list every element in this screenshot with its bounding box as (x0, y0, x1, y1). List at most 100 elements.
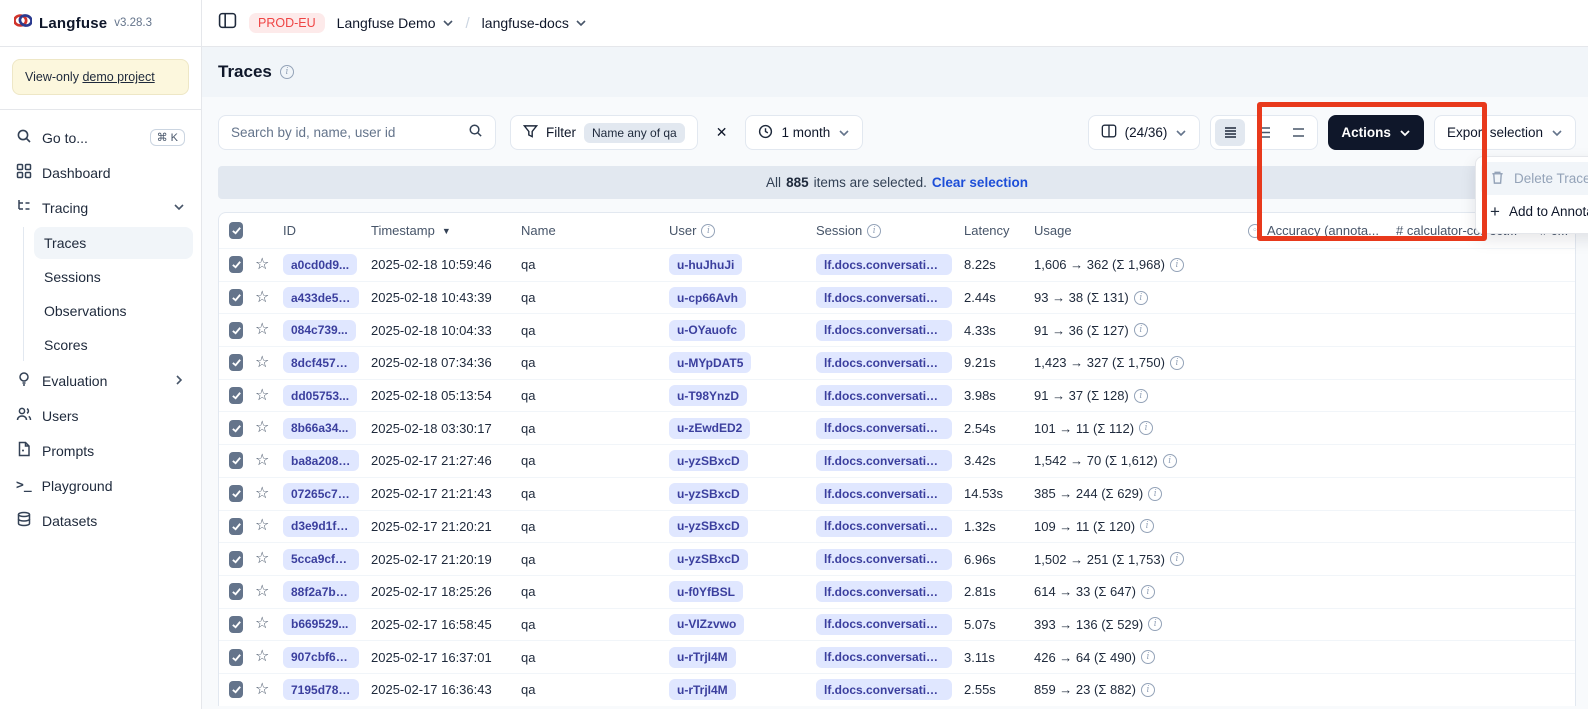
table-row[interactable]: ☆ 7195d78e... 2025-02-17 16:36:43 qa u-r… (219, 673, 1575, 706)
session-badge[interactable]: lf.docs.conversation... (816, 450, 952, 471)
table-row[interactable]: ☆ 88f2a7b0... 2025-02-17 18:25:26 qa u-f… (219, 575, 1575, 608)
user-badge[interactable]: u-rTrjI4M (669, 679, 736, 700)
row-checkbox[interactable] (229, 551, 243, 568)
star-icon[interactable]: ☆ (255, 649, 269, 665)
demo-project-link[interactable]: demo project (82, 70, 154, 84)
star-icon[interactable]: ☆ (255, 290, 269, 306)
user-badge[interactable]: u-yzSBxcD (669, 549, 748, 570)
table-row[interactable]: ☆ 8b66a34... 2025-02-18 03:30:17 qa u-zE… (219, 411, 1575, 444)
sidebar-toggle-icon[interactable] (218, 11, 237, 35)
column-header-latency[interactable]: Latency (958, 223, 1028, 238)
row-checkbox[interactable] (229, 289, 243, 306)
star-icon[interactable]: ☆ (255, 518, 269, 534)
row-checkbox[interactable] (229, 256, 243, 273)
search-icon[interactable] (468, 123, 483, 143)
trace-id-badge[interactable]: 8b66a34... (283, 418, 356, 439)
user-badge[interactable]: u-yzSBxcD (669, 450, 748, 471)
row-checkbox[interactable] (229, 354, 243, 371)
star-icon[interactable]: ☆ (255, 551, 269, 567)
sidebar-item-datasets[interactable]: Datasets (8, 503, 193, 538)
table-row[interactable]: ☆ b669529... 2025-02-17 16:58:45 qa u-VI… (219, 608, 1575, 641)
clear-filter-icon[interactable]: ✕ (712, 120, 732, 145)
table-row[interactable]: ☆ 5cca9cf2... 2025-02-17 21:20:19 qa u-y… (219, 542, 1575, 575)
sidebar-item-goto[interactable]: Go to... ⌘ K (8, 120, 193, 155)
trace-id-badge[interactable]: 084c739... (283, 320, 356, 341)
star-icon[interactable]: ☆ (255, 453, 269, 469)
star-icon[interactable]: ☆ (255, 420, 269, 436)
session-badge[interactable]: lf.docs.conversation... (816, 679, 952, 700)
session-badge[interactable]: lf.docs.conversation... (816, 516, 952, 537)
trace-id-badge[interactable]: 5cca9cf2... (283, 549, 359, 570)
table-row[interactable]: ☆ a433de51... 2025-02-18 10:43:39 qa u-c… (219, 281, 1575, 314)
row-checkbox[interactable] (229, 518, 243, 535)
session-badge[interactable]: lf.docs.conversation... (816, 320, 952, 341)
clear-selection-link[interactable]: Clear selection (932, 175, 1028, 190)
column-header-session[interactable]: Sessioni (810, 223, 958, 238)
sidebar-item-dashboard[interactable]: Dashboard (8, 155, 193, 190)
trace-id-badge[interactable]: 907cbf6e... (283, 647, 359, 668)
table-row[interactable]: ☆ 907cbf6e... 2025-02-17 16:37:01 qa u-r… (219, 640, 1575, 673)
row-height-large-icon[interactable] (1283, 119, 1313, 146)
sidebar-item-evaluation[interactable]: Evaluation (8, 363, 193, 398)
trace-id-badge[interactable]: 88f2a7b0... (283, 581, 359, 602)
session-badge[interactable]: lf.docs.conversation... (816, 581, 952, 602)
star-icon[interactable]: ☆ (255, 486, 269, 502)
trace-id-badge[interactable]: d3e9d1f2... (283, 516, 359, 537)
row-checkbox[interactable] (229, 583, 243, 600)
star-icon[interactable]: ☆ (255, 584, 269, 600)
user-badge[interactable]: u-cp66Avh (669, 287, 746, 308)
star-icon[interactable]: ☆ (255, 682, 269, 698)
sidebar-item-observations[interactable]: Observations (34, 295, 193, 327)
star-icon[interactable]: ☆ (255, 322, 269, 338)
table-row[interactable]: ☆ ba8a208f... 2025-02-17 21:27:46 qa u-y… (219, 444, 1575, 477)
sidebar-item-sessions[interactable]: Sessions (34, 261, 193, 293)
star-icon[interactable]: ☆ (255, 355, 269, 371)
sidebar-item-playground[interactable]: >_ Playground (8, 468, 193, 503)
row-checkbox[interactable] (229, 322, 243, 339)
menu-item-delete-traces[interactable]: Delete Traces (1481, 162, 1588, 195)
sidebar-item-users[interactable]: Users (8, 398, 193, 433)
time-range-button[interactable]: 1 month (745, 115, 863, 150)
session-badge[interactable]: lf.docs.conversation... (816, 549, 952, 570)
session-badge[interactable]: lf.docs.conversation... (816, 254, 952, 275)
select-all-checkbox[interactable] (229, 222, 243, 239)
session-badge[interactable]: lf.docs.conversation... (816, 385, 952, 406)
table-row[interactable]: ☆ dd05753... 2025-02-18 05:13:54 qa u-T9… (219, 379, 1575, 412)
session-badge[interactable]: lf.docs.conversation... (816, 287, 952, 308)
table-row[interactable]: ☆ 8dcf4574... 2025-02-18 07:34:36 qa u-M… (219, 346, 1575, 379)
row-checkbox[interactable] (229, 616, 243, 633)
actions-button[interactable]: Actions (1328, 115, 1424, 150)
session-badge[interactable]: lf.docs.conversation... (816, 483, 952, 504)
menu-item-add-to-annotation-queue[interactable]: + Add to Annotation Queue (1481, 195, 1588, 228)
star-icon[interactable]: ☆ (255, 257, 269, 273)
search-input[interactable] (231, 125, 441, 140)
trace-id-badge[interactable]: 07265c7a... (283, 483, 359, 504)
user-badge[interactable]: u-zEwdED2 (669, 418, 750, 439)
column-header-usage[interactable]: Usage (1028, 223, 1242, 238)
user-badge[interactable]: u-T98YnzD (669, 385, 747, 406)
table-row[interactable]: ☆ d3e9d1f2... 2025-02-17 21:20:21 qa u-y… (219, 510, 1575, 543)
row-height-small-icon[interactable] (1215, 119, 1245, 146)
column-header-user[interactable]: Useri (663, 223, 810, 238)
trace-id-badge[interactable]: b669529... (283, 614, 356, 635)
trace-id-badge[interactable]: 7195d78e... (283, 679, 359, 700)
row-checkbox[interactable] (229, 420, 243, 437)
trace-id-badge[interactable]: 8dcf4574... (283, 352, 359, 373)
table-row[interactable]: ☆ 07265c7a... 2025-02-17 21:21:43 qa u-y… (219, 477, 1575, 510)
org-breadcrumb[interactable]: Langfuse Demo (337, 15, 454, 31)
sidebar-item-scores[interactable]: Scores (34, 329, 193, 361)
column-header-name[interactable]: Name (515, 223, 663, 238)
user-badge[interactable]: u-MYpDAT5 (669, 352, 751, 373)
user-badge[interactable]: u-yzSBxcD (669, 483, 748, 504)
session-badge[interactable]: lf.docs.conversation... (816, 614, 952, 635)
trace-id-badge[interactable]: dd05753... (283, 385, 357, 406)
column-header-id[interactable]: ID (277, 223, 365, 238)
user-badge[interactable]: u-yzSBxcD (669, 516, 748, 537)
star-icon[interactable]: ☆ (255, 388, 269, 404)
sidebar-item-prompts[interactable]: Prompts (8, 433, 193, 468)
user-badge[interactable]: u-VIZzvwo (669, 614, 744, 635)
trace-id-badge[interactable]: a433de51... (283, 287, 359, 308)
column-header-timestamp[interactable]: Timestamp▼ (365, 223, 515, 238)
row-checkbox[interactable] (229, 387, 243, 404)
sidebar-item-traces[interactable]: Traces (34, 227, 193, 259)
